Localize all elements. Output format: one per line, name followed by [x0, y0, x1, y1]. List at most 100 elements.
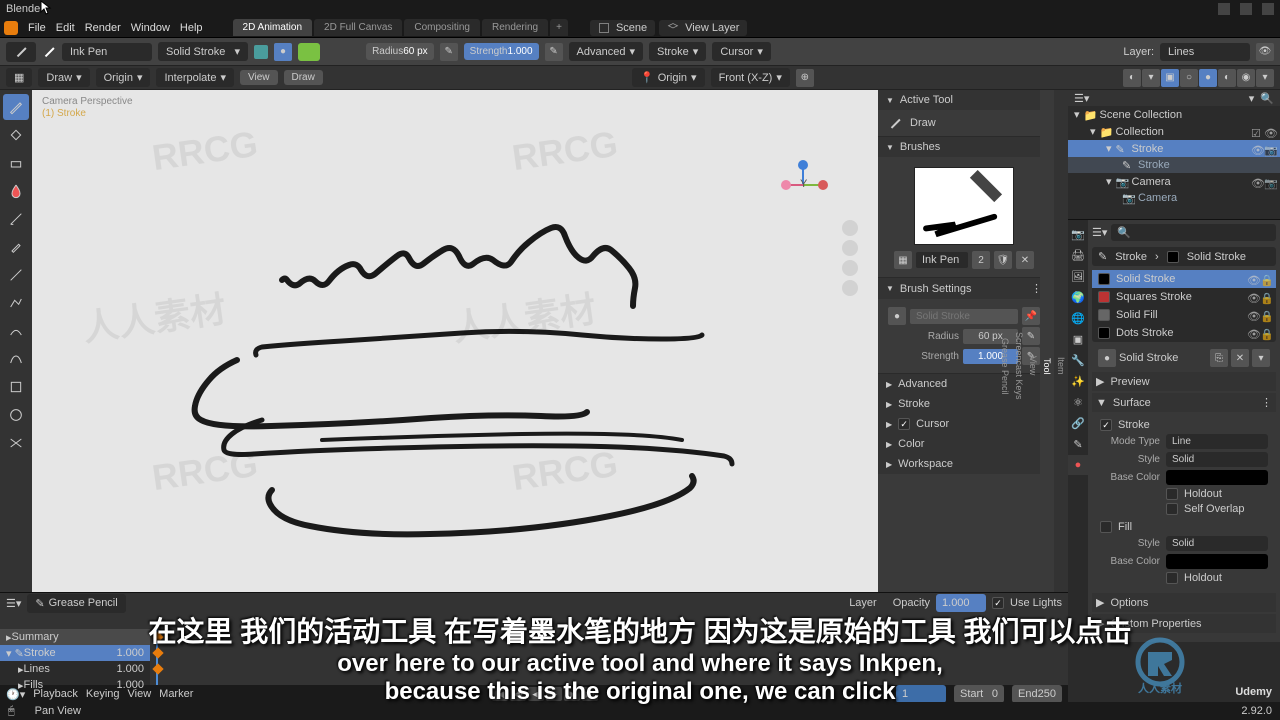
channel-summary[interactable]: ▸Summary	[0, 629, 150, 645]
tool-cutter[interactable]	[3, 206, 29, 232]
tool-interpolate[interactable]	[3, 430, 29, 456]
current-frame-field[interactable]: 1	[896, 685, 946, 703]
channel-lines[interactable]: ▸Lines1.000	[0, 661, 150, 677]
mat-hide-icon[interactable]: 👁	[1247, 328, 1257, 338]
custom-props-header[interactable]: ▶Custom Properties	[1092, 614, 1276, 633]
self-overlap-checkbox[interactable]	[1166, 503, 1178, 515]
prop-tab-scene[interactable]: 🌍	[1068, 287, 1088, 307]
mode-type-field[interactable]: Line	[1166, 434, 1268, 449]
timeline-type-icon[interactable]: 🕐▾	[6, 688, 25, 701]
tab-2d-full-canvas[interactable]: 2D Full Canvas	[314, 19, 402, 36]
outliner-camera[interactable]: ▾📷Camera👁📷	[1068, 173, 1280, 190]
menu-window[interactable]: Window	[131, 22, 170, 34]
prop-tab-object[interactable]: ▣	[1068, 329, 1088, 349]
viewlayer-selector[interactable]: View Layer	[659, 20, 747, 36]
channel-stroke[interactable]: ▾ ✎Stroke1.000	[0, 645, 150, 661]
material-item-solid-fill[interactable]: Solid Fill👁🔒	[1092, 306, 1276, 324]
jump-start-button[interactable]: |◀	[492, 687, 508, 701]
tool-polyline[interactable]	[3, 290, 29, 316]
brush-name-field[interactable]: Ink Pen	[916, 252, 968, 268]
outliner-stroke[interactable]: ▾✎Stroke👁📷	[1068, 140, 1280, 157]
link-material-toggle[interactable]	[254, 45, 268, 59]
material-item-solid-stroke[interactable]: Solid Stroke👁🔒	[1092, 270, 1276, 288]
tab-view[interactable]: View	[1026, 90, 1040, 642]
prop-tab-physics[interactable]: ⚛	[1068, 392, 1088, 412]
menu-help[interactable]: Help	[180, 22, 203, 34]
cursor-dropdown[interactable]: Cursor ▾	[712, 42, 771, 61]
brush-selector[interactable]: Ink Pen	[62, 43, 152, 61]
mat-lock-icon[interactable]: 🔒	[1260, 310, 1270, 320]
stroke-checkbox[interactable]	[1100, 419, 1112, 431]
hide-toggle-icon[interactable]: 👁	[1251, 177, 1261, 187]
tool-box[interactable]	[3, 374, 29, 400]
tl-view-menu[interactable]: View	[128, 688, 152, 700]
pin-material-toggle[interactable]: ●	[274, 43, 292, 61]
dopesheet-mode-dropdown[interactable]: ✎ Grease Pencil	[27, 594, 125, 613]
blender-logo-icon[interactable]	[4, 21, 18, 35]
mat-hide-icon[interactable]: 👁	[1247, 274, 1257, 284]
prop-tab-effects[interactable]: ✨	[1068, 371, 1088, 391]
dopesheet-type-icon[interactable]: ☰▾	[6, 597, 21, 610]
overlay-dropdown[interactable]: ▾	[1142, 69, 1160, 87]
tool-erase[interactable]	[3, 150, 29, 176]
tab-compositing[interactable]: Compositing	[404, 19, 480, 36]
tool-eyedropper[interactable]	[3, 234, 29, 260]
keyframe-icon[interactable]	[152, 663, 163, 674]
prop-tab-data[interactable]: ✎	[1068, 434, 1088, 454]
mode-dropdown[interactable]	[6, 42, 36, 62]
layer-visibility-icon[interactable]: 👁	[1256, 43, 1274, 61]
use-lights-checkbox[interactable]	[992, 597, 1004, 609]
interpolate-dropdown[interactable]: Interpolate ▾	[156, 68, 234, 87]
holdout-checkbox[interactable]	[1166, 488, 1178, 500]
mat-lock-icon[interactable]: 🔒	[1260, 292, 1270, 302]
material-item-squares[interactable]: Squares Stroke👁🔒	[1092, 288, 1276, 306]
material-name-field[interactable]: Solid Stroke	[1119, 352, 1207, 364]
keyframe-prev-button[interactable]: ◀|	[510, 687, 526, 701]
prop-tab-modifiers[interactable]: 🔧	[1068, 350, 1088, 370]
menu-edit[interactable]: Edit	[56, 22, 75, 34]
timeline-ruler[interactable]	[0, 613, 1068, 629]
keying-menu[interactable]: Keying	[86, 688, 120, 700]
drawing-plane-dropdown[interactable]: Front (X-Z) ▾	[711, 68, 790, 87]
tl-opacity-field[interactable]: 1.000	[936, 594, 986, 612]
scene-selector[interactable]: Scene	[590, 20, 655, 36]
tab-add[interactable]: +	[550, 19, 568, 36]
overlay-toggle[interactable]: ◐	[1123, 69, 1141, 87]
prop-tab-world[interactable]: 🌐	[1068, 308, 1088, 328]
material-unlink-icon[interactable]: ✕	[1231, 349, 1249, 367]
keyframe-icon[interactable]	[152, 631, 163, 642]
tab-rendering[interactable]: Rendering	[482, 19, 548, 36]
prop-tab-constraints[interactable]: 🔗	[1068, 413, 1088, 433]
editor-type-dropdown[interactable]: ▦	[6, 68, 32, 87]
shading-dropdown[interactable]: ▾	[1256, 69, 1274, 87]
shading-rendered[interactable]: ◉	[1237, 69, 1255, 87]
fill-holdout-checkbox[interactable]	[1166, 572, 1178, 584]
draw-mode-dropdown[interactable]: Draw ▾	[38, 68, 89, 87]
close-icon[interactable]	[1262, 3, 1274, 15]
playback-menu[interactable]: Playback	[33, 688, 78, 700]
material-menu-icon[interactable]: ▾	[1252, 349, 1270, 367]
minimize-icon[interactable]	[1218, 3, 1230, 15]
props-search[interactable]: 🔍	[1111, 224, 1276, 241]
material-breadcrumb[interactable]: ✎Stroke›Solid Stroke	[1092, 247, 1276, 266]
disable-toggle-icon[interactable]: 📷	[1264, 177, 1274, 187]
shading-material[interactable]: ◐	[1218, 69, 1236, 87]
xray-toggle[interactable]: ▣	[1161, 69, 1179, 87]
hide-toggle-icon[interactable]: 👁	[1251, 144, 1261, 154]
prop-tab-material[interactable]: ●	[1068, 455, 1088, 475]
exclude-toggle-icon[interactable]: ☑	[1251, 127, 1261, 137]
outliner-filter-icon[interactable]: ▾	[1249, 92, 1255, 105]
material-item-dots[interactable]: Dots Stroke👁🔒	[1092, 324, 1276, 342]
origin-dropdown[interactable]: Origin ▾	[96, 68, 151, 87]
keyframe-icon[interactable]	[152, 647, 163, 658]
outliner-camera-data[interactable]: 📷Camera	[1068, 190, 1280, 206]
shading-wireframe[interactable]: ○	[1180, 69, 1198, 87]
menu-file[interactable]: File	[28, 22, 46, 34]
tool-fill[interactable]	[3, 122, 29, 148]
tab-item[interactable]: Item	[1054, 90, 1068, 642]
strength-field[interactable]: Strength1.000	[464, 43, 539, 60]
hide-toggle-icon[interactable]: 👁	[1264, 127, 1274, 137]
maximize-icon[interactable]	[1240, 3, 1252, 15]
outliner-scene-collection[interactable]: ▾📁Scene Collection	[1068, 106, 1280, 123]
disable-toggle-icon[interactable]: 📷	[1264, 144, 1274, 154]
